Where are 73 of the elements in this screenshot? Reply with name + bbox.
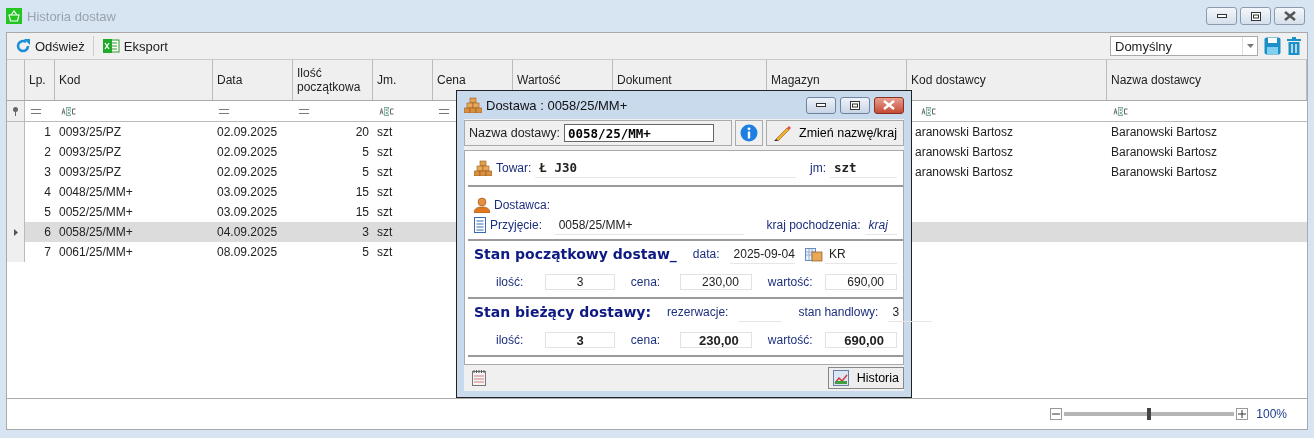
- table-cell-text: 0048/25/MM+: [58, 184, 134, 201]
- table-cell-text: 02.09.2025: [216, 144, 279, 161]
- table-cell-text: szt: [376, 244, 394, 261]
- value-field: 3: [545, 332, 615, 348]
- value-field: 2025-09-04: [729, 244, 795, 264]
- section-heading: Stan początkowy dostaw_: [474, 246, 677, 262]
- value-field: 690,00: [825, 274, 897, 290]
- table-cell-text: 03.09.2025: [216, 184, 279, 201]
- table-cell-text: 03.09.2025: [216, 204, 279, 221]
- zoom-level: 100%: [1256, 407, 1287, 421]
- table-cell-text: 0093/25/PZ: [58, 144, 123, 161]
- table-cell-text: Baranowski Bartosz: [1110, 124, 1219, 141]
- table-cell-text: 4: [43, 184, 52, 201]
- value-field: 0058/25/MM+: [554, 215, 745, 235]
- table-cell-text: 0052/25/MM+: [58, 204, 134, 221]
- table-cell-text: szt: [376, 184, 394, 201]
- value-field: 230,00: [680, 274, 752, 290]
- field-label: rezerwacje:: [667, 305, 729, 319]
- table-cell-text: 5: [361, 244, 370, 261]
- table-cell-text: 1: [43, 124, 52, 141]
- table-cell-text: 08.09.2025: [216, 244, 279, 261]
- table-cell: 04.09.2025: [213, 222, 293, 242]
- table-cell-text: 5: [43, 204, 52, 221]
- table-cell-text: 0093/25/PZ: [58, 124, 123, 141]
- value-field: 230,00: [680, 332, 752, 348]
- table-cell: 0058/25/MM+: [55, 222, 213, 242]
- table-cell-text: 15: [354, 204, 370, 221]
- table-cell-text: szt: [376, 204, 394, 221]
- table-cell-text: Baranowski Bartosz: [1110, 144, 1219, 161]
- table-cell-text: 5: [361, 144, 370, 161]
- window-title: Historia dostaw: [27, 8, 117, 24]
- table-cell-text: szt: [376, 124, 394, 141]
- field-label: kraj pochodzenia:: [766, 218, 861, 232]
- value-field: Ł J30: [535, 158, 797, 178]
- field-label: Dostawca:: [494, 198, 551, 212]
- table-cell-text: 02.09.2025: [216, 164, 279, 181]
- value-field: 690,00: [825, 332, 897, 348]
- table-cell-text: 02.09.2025: [216, 124, 279, 141]
- table-cell-text: aranowski Bartosz: [914, 164, 1015, 181]
- table-cell-text: szt: [376, 164, 394, 181]
- value-field: KR: [824, 244, 897, 264]
- value-field: 3: [888, 302, 933, 322]
- table-cell-text: 2: [43, 144, 52, 161]
- field-label: cena:: [630, 275, 662, 289]
- table-cell-text: szt: [376, 144, 394, 161]
- table-cell-text: 0093/25/PZ: [58, 164, 123, 181]
- table-cell-text: 15: [354, 184, 370, 201]
- field-label: stan handlowy:: [798, 305, 879, 319]
- table-cell: szt: [373, 222, 433, 242]
- field-label: ilość:: [496, 333, 525, 347]
- dialog-title: Dostawa : 0058/25/MM+: [486, 97, 629, 113]
- field-label: Nazwa dostawy:: [469, 126, 560, 140]
- table-cell-text: 3: [43, 164, 52, 181]
- field-label: Towar:: [496, 161, 532, 175]
- table-cell-text: 5: [361, 164, 370, 181]
- table-cell-text: 20: [354, 124, 370, 141]
- value-field: 3: [545, 274, 615, 290]
- field-label: cena:: [630, 333, 662, 347]
- field-label: Przyjęcie:: [490, 218, 543, 232]
- table-cell-text: 0061/25/MM+: [58, 244, 134, 261]
- table-cell-text: 7: [43, 244, 52, 261]
- section-heading: Stan bieżący dostawy:: [474, 304, 652, 320]
- table-cell: 6: [25, 222, 55, 242]
- field-label: ilość:: [496, 275, 525, 289]
- table-cell-text: Baranowski Bartosz: [1110, 164, 1219, 181]
- table-cell: 3: [293, 222, 373, 242]
- value-field: szt: [830, 158, 897, 178]
- table-cell-text: aranowski Bartosz: [914, 144, 1015, 161]
- field-label: data:: [692, 247, 720, 261]
- table-cell-text: aranowski Bartosz: [914, 124, 1015, 141]
- field-label: wartość:: [767, 275, 814, 289]
- field-label: wartość:: [767, 333, 814, 347]
- field-label: jm:: [810, 161, 827, 175]
